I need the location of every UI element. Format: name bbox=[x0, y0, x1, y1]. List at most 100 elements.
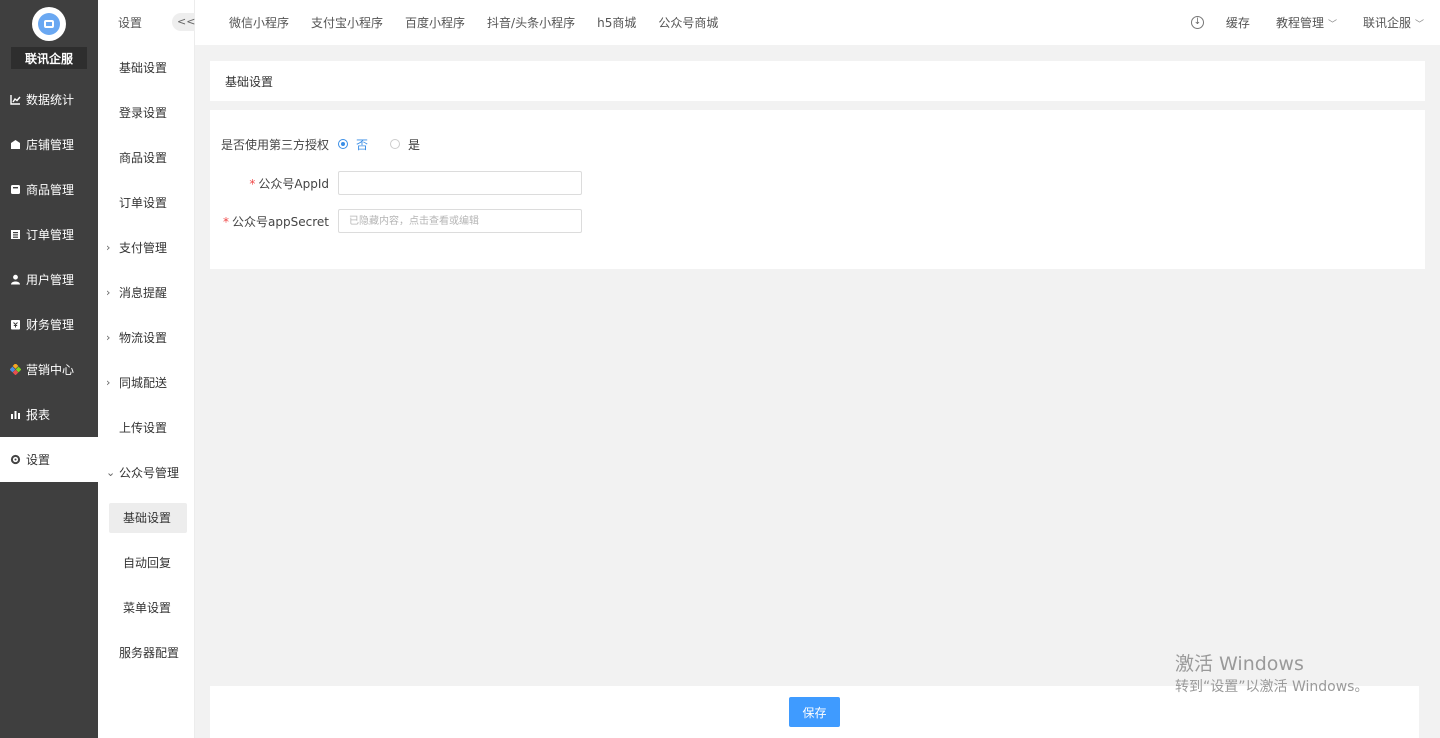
appsecret-input[interactable] bbox=[338, 209, 582, 233]
subnav-item-label: 订单设置 bbox=[119, 196, 168, 210]
gear-icon bbox=[9, 454, 21, 466]
subnav-item-label: 消息提醒 bbox=[119, 286, 168, 300]
required-mark: * bbox=[249, 176, 256, 191]
subnav-item-auto-reply[interactable]: 自动回复 bbox=[98, 540, 194, 585]
nav-item-users[interactable]: 用户管理 bbox=[0, 257, 98, 302]
nav-item-label: 报表 bbox=[26, 408, 51, 422]
settings-form-card: 是否使用第三方授权 否 是 * 公众号AppId * 公众号appSecret bbox=[210, 110, 1425, 269]
third-party-label: 是否使用第三方授权 bbox=[220, 137, 329, 152]
nav-item-settings[interactable]: 设置 bbox=[0, 437, 98, 482]
subnav-item-label: 基础设置 bbox=[119, 61, 168, 75]
subnav-item-goods[interactable]: 商品设置 bbox=[98, 135, 194, 180]
appid-label-text: 公众号AppId bbox=[258, 176, 329, 191]
platform-tabs: 微信小程序 支付宝小程序 百度小程序 抖音/头条小程序 h5商城 公众号商城 bbox=[229, 0, 740, 45]
subnav-item-label: 登录设置 bbox=[119, 106, 168, 120]
page-header-card: 基础设置 bbox=[210, 61, 1425, 101]
tutorial-menu[interactable]: 教程管理 ﹀ bbox=[1276, 14, 1337, 31]
report-icon bbox=[9, 409, 21, 421]
subnav-item-upload[interactable]: 上传设置 bbox=[98, 405, 194, 450]
watermark-title: 激活 Windows bbox=[1175, 653, 1304, 675]
tutorial-menu-label: 教程管理 bbox=[1275, 16, 1324, 30]
main-nav: 数据统计 店铺管理 商品管理 订单管理 用户管理 财务管理 营销中心 报表 设置 bbox=[0, 77, 98, 482]
subnav-item-server-config[interactable]: 服务器配置 bbox=[98, 630, 194, 675]
subnav-item-label: 基础设置 bbox=[123, 511, 172, 525]
account-menu[interactable]: 联讯企服 ﹀ bbox=[1363, 14, 1424, 31]
subnav-item-login[interactable]: 登录设置 bbox=[98, 90, 194, 135]
appid-row: * 公众号AppId bbox=[210, 171, 582, 195]
chevron-down-icon: ⌄ bbox=[106, 466, 116, 479]
nav-item-marketing[interactable]: 营销中心 bbox=[0, 347, 98, 392]
third-party-radio-yes[interactable]: 是 bbox=[390, 136, 420, 153]
chevron-right-icon: › bbox=[106, 376, 111, 389]
save-button[interactable]: 保存 bbox=[789, 697, 840, 727]
radio-dot bbox=[390, 139, 401, 149]
radio-label: 是 bbox=[408, 137, 421, 152]
subnav-item-oa-basic[interactable]: 基础设置 bbox=[98, 495, 194, 540]
subnav-item-local-delivery[interactable]: › 同城配送 bbox=[98, 360, 194, 405]
appid-input[interactable] bbox=[338, 171, 582, 195]
chevron-down-icon: ﹀ bbox=[1327, 20, 1337, 30]
goods-icon bbox=[9, 184, 21, 196]
chevron-right-icon: › bbox=[106, 286, 111, 299]
form-footer: 保存 bbox=[210, 686, 1419, 738]
subnav-item-basic[interactable]: 基础设置 bbox=[98, 45, 194, 90]
brand-logo[interactable] bbox=[32, 7, 66, 41]
radio-label: 否 bbox=[356, 137, 369, 152]
third-party-radio-no[interactable]: 否 bbox=[338, 136, 368, 153]
nav-item-store[interactable]: 店铺管理 bbox=[0, 122, 98, 167]
tab-h5-mall[interactable]: h5商城 bbox=[597, 14, 636, 31]
main-sidebar: 联讯企服 数据统计 店铺管理 商品管理 订单管理 用户管理 财务管理 营销中心 … bbox=[0, 0, 98, 738]
settings-subnav: 设置 << 基础设置 登录设置 商品设置 订单设置 › 支付管理 › 消息提醒 … bbox=[98, 0, 202, 738]
subnav-item-official-account[interactable]: ⌄ 公众号管理 bbox=[98, 450, 194, 495]
user-icon bbox=[9, 274, 21, 286]
cache-button[interactable]: 缓存 bbox=[1226, 14, 1250, 31]
store-icon bbox=[9, 139, 21, 151]
nav-item-goods[interactable]: 商品管理 bbox=[0, 167, 98, 212]
nav-item-label: 财务管理 bbox=[26, 318, 75, 332]
nav-item-orders[interactable]: 订单管理 bbox=[0, 212, 98, 257]
brand-name[interactable]: 联讯企服 bbox=[11, 47, 87, 69]
top-bar: 微信小程序 支付宝小程序 百度小程序 抖音/头条小程序 h5商城 公众号商城 ↓… bbox=[195, 0, 1440, 45]
nav-item-report[interactable]: 报表 bbox=[0, 392, 98, 437]
subnav-item-payment[interactable]: › 支付管理 bbox=[98, 225, 194, 270]
appsecret-label-text: 公众号appSecret bbox=[232, 214, 329, 229]
subnav-item-label: 物流设置 bbox=[119, 331, 168, 345]
finance-icon bbox=[9, 319, 21, 331]
marketing-icon bbox=[9, 364, 21, 376]
subnav-item-logistics[interactable]: › 物流设置 bbox=[98, 315, 194, 360]
nav-item-label: 营销中心 bbox=[26, 363, 75, 377]
top-bar-actions: ↓ 缓存 教程管理 ﹀ 联讯企服 ﹀ bbox=[1190, 0, 1424, 45]
required-mark: * bbox=[223, 214, 230, 229]
nav-item-statistics[interactable]: 数据统计 bbox=[0, 77, 98, 122]
tab-douyin-mini[interactable]: 抖音/头条小程序 bbox=[487, 14, 575, 31]
chevron-right-icon: › bbox=[106, 241, 111, 254]
chevron-down-icon: ﹀ bbox=[1414, 20, 1424, 30]
chevron-right-icon: › bbox=[106, 331, 111, 344]
nav-item-finance[interactable]: 财务管理 bbox=[0, 302, 98, 347]
nav-item-label: 用户管理 bbox=[26, 273, 75, 287]
appsecret-row: * 公众号appSecret bbox=[210, 209, 582, 233]
page-title: 基础设置 bbox=[225, 74, 274, 89]
nav-item-label: 商品管理 bbox=[26, 183, 75, 197]
tab-official-account-mall[interactable]: 公众号商城 bbox=[658, 14, 718, 31]
subnav-item-label: 公众号管理 bbox=[119, 466, 180, 480]
subnav-item-label: 支付管理 bbox=[119, 241, 168, 255]
tab-alipay-mini[interactable]: 支付宝小程序 bbox=[311, 14, 383, 31]
subnav-item-menu-settings[interactable]: 菜单设置 bbox=[98, 585, 194, 630]
subnav-item-label: 自动回复 bbox=[123, 556, 172, 570]
subnav-item-messages[interactable]: › 消息提醒 bbox=[98, 270, 194, 315]
subnav-item-label: 上传设置 bbox=[119, 421, 168, 435]
line-chart-icon bbox=[9, 94, 21, 106]
store-logo-icon bbox=[38, 13, 60, 35]
order-icon bbox=[9, 229, 21, 241]
third-party-row: 是否使用第三方授权 否 是 bbox=[210, 132, 442, 156]
subnav-item-label: 菜单设置 bbox=[123, 601, 172, 615]
appid-label: * 公众号AppId bbox=[210, 175, 338, 192]
radio-dot bbox=[338, 139, 348, 149]
nav-item-label: 设置 bbox=[26, 453, 51, 467]
tab-baidu-mini[interactable]: 百度小程序 bbox=[405, 14, 465, 31]
download-icon[interactable]: ↓ bbox=[1190, 16, 1204, 29]
tab-wechat-mini[interactable]: 微信小程序 bbox=[229, 14, 289, 31]
subnav-item-label: 同城配送 bbox=[119, 376, 168, 390]
subnav-item-orders[interactable]: 订单设置 bbox=[98, 180, 194, 225]
